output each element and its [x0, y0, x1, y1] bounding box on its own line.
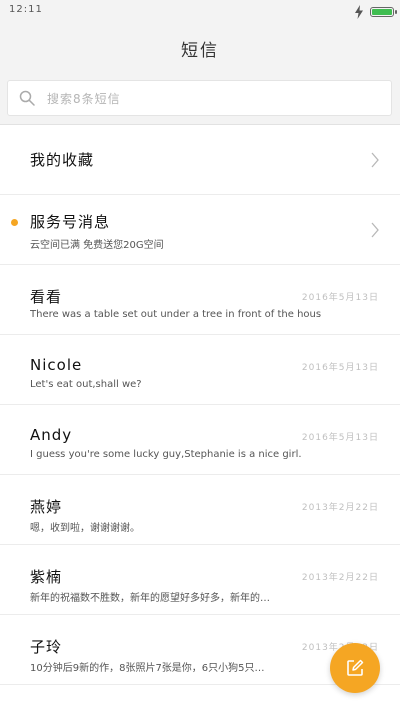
page-title: 短信 — [181, 40, 219, 61]
battery-icon — [370, 7, 397, 17]
search-icon — [19, 90, 35, 106]
search-placeholder: 搜索8条短信 — [47, 91, 121, 106]
message-preview: I guess you're some lucky guy,Stephanie … — [30, 449, 302, 460]
message-date: 2016年5月13日 — [301, 293, 379, 303]
status-icons — [354, 4, 397, 20]
message-date: 2013年2月22日 — [301, 573, 379, 583]
favorites-row[interactable]: 我的收藏 — [0, 125, 400, 195]
battery-fill — [372, 9, 392, 15]
contact-name: 燕婷 — [30, 498, 63, 516]
favorites-label: 我的收藏 — [30, 151, 95, 169]
chevron-right-icon — [371, 152, 379, 168]
contact-name: 看看 — [30, 288, 63, 306]
title-bar: 短信 — [0, 24, 400, 72]
chevron-right-icon — [371, 222, 379, 238]
service-title: 服务号消息 — [30, 213, 111, 231]
conversation-list: 我的收藏 服务号消息 云空间已满 免费送您20G空间 看看 2016年5月13日… — [0, 125, 400, 685]
contact-name: 紫楠 — [30, 568, 63, 586]
status-bar: 12:11 — [0, 0, 400, 24]
message-preview: 嗯，收到啦，谢谢谢谢。 — [30, 523, 140, 534]
conversation-row[interactable]: 紫楠 2013年2月22日 新年的祝福数不胜数，新年的愿望好多好多，新年的… — [0, 545, 400, 615]
search-input[interactable]: 搜索8条短信 — [7, 80, 392, 116]
conversation-row[interactable]: Andy 2016年5月13日 I guess you're some luck… — [0, 405, 400, 475]
conversation-row[interactable]: 燕婷 2013年2月22日 嗯，收到啦，谢谢谢谢。 — [0, 475, 400, 545]
conversation-row[interactable]: Nicole 2016年5月13日 Let's eat out,shall we… — [0, 335, 400, 405]
charging-icon — [355, 5, 363, 19]
message-date: 2016年5月13日 — [301, 363, 379, 373]
compose-button[interactable] — [330, 643, 380, 693]
unread-dot — [11, 219, 18, 226]
compose-icon — [347, 659, 364, 676]
conversation-row[interactable]: 看看 2016年5月13日 There was a table set out … — [0, 265, 400, 335]
message-date: 2013年2月22日 — [301, 503, 379, 513]
contact-name: Andy — [30, 426, 73, 444]
service-messages-row[interactable]: 服务号消息 云空间已满 免费送您20G空间 — [0, 195, 400, 265]
message-date: 2016年5月13日 — [301, 433, 379, 443]
message-preview: 10分钟后9新的作，8张照片7张是你，6只小狗5只… — [30, 663, 265, 674]
contact-name: 子玲 — [30, 638, 63, 656]
contact-name: Nicole — [30, 356, 83, 374]
service-preview: 云空间已满 免费送您20G空间 — [30, 240, 164, 251]
status-time: 12:11 — [9, 4, 43, 15]
message-preview: There was a table set out under a tree i… — [30, 309, 322, 320]
message-preview: Let's eat out,shall we? — [30, 379, 142, 390]
search-area: 搜索8条短信 — [0, 72, 400, 125]
message-preview: 新年的祝福数不胜数，新年的愿望好多好多，新年的… — [30, 593, 270, 604]
